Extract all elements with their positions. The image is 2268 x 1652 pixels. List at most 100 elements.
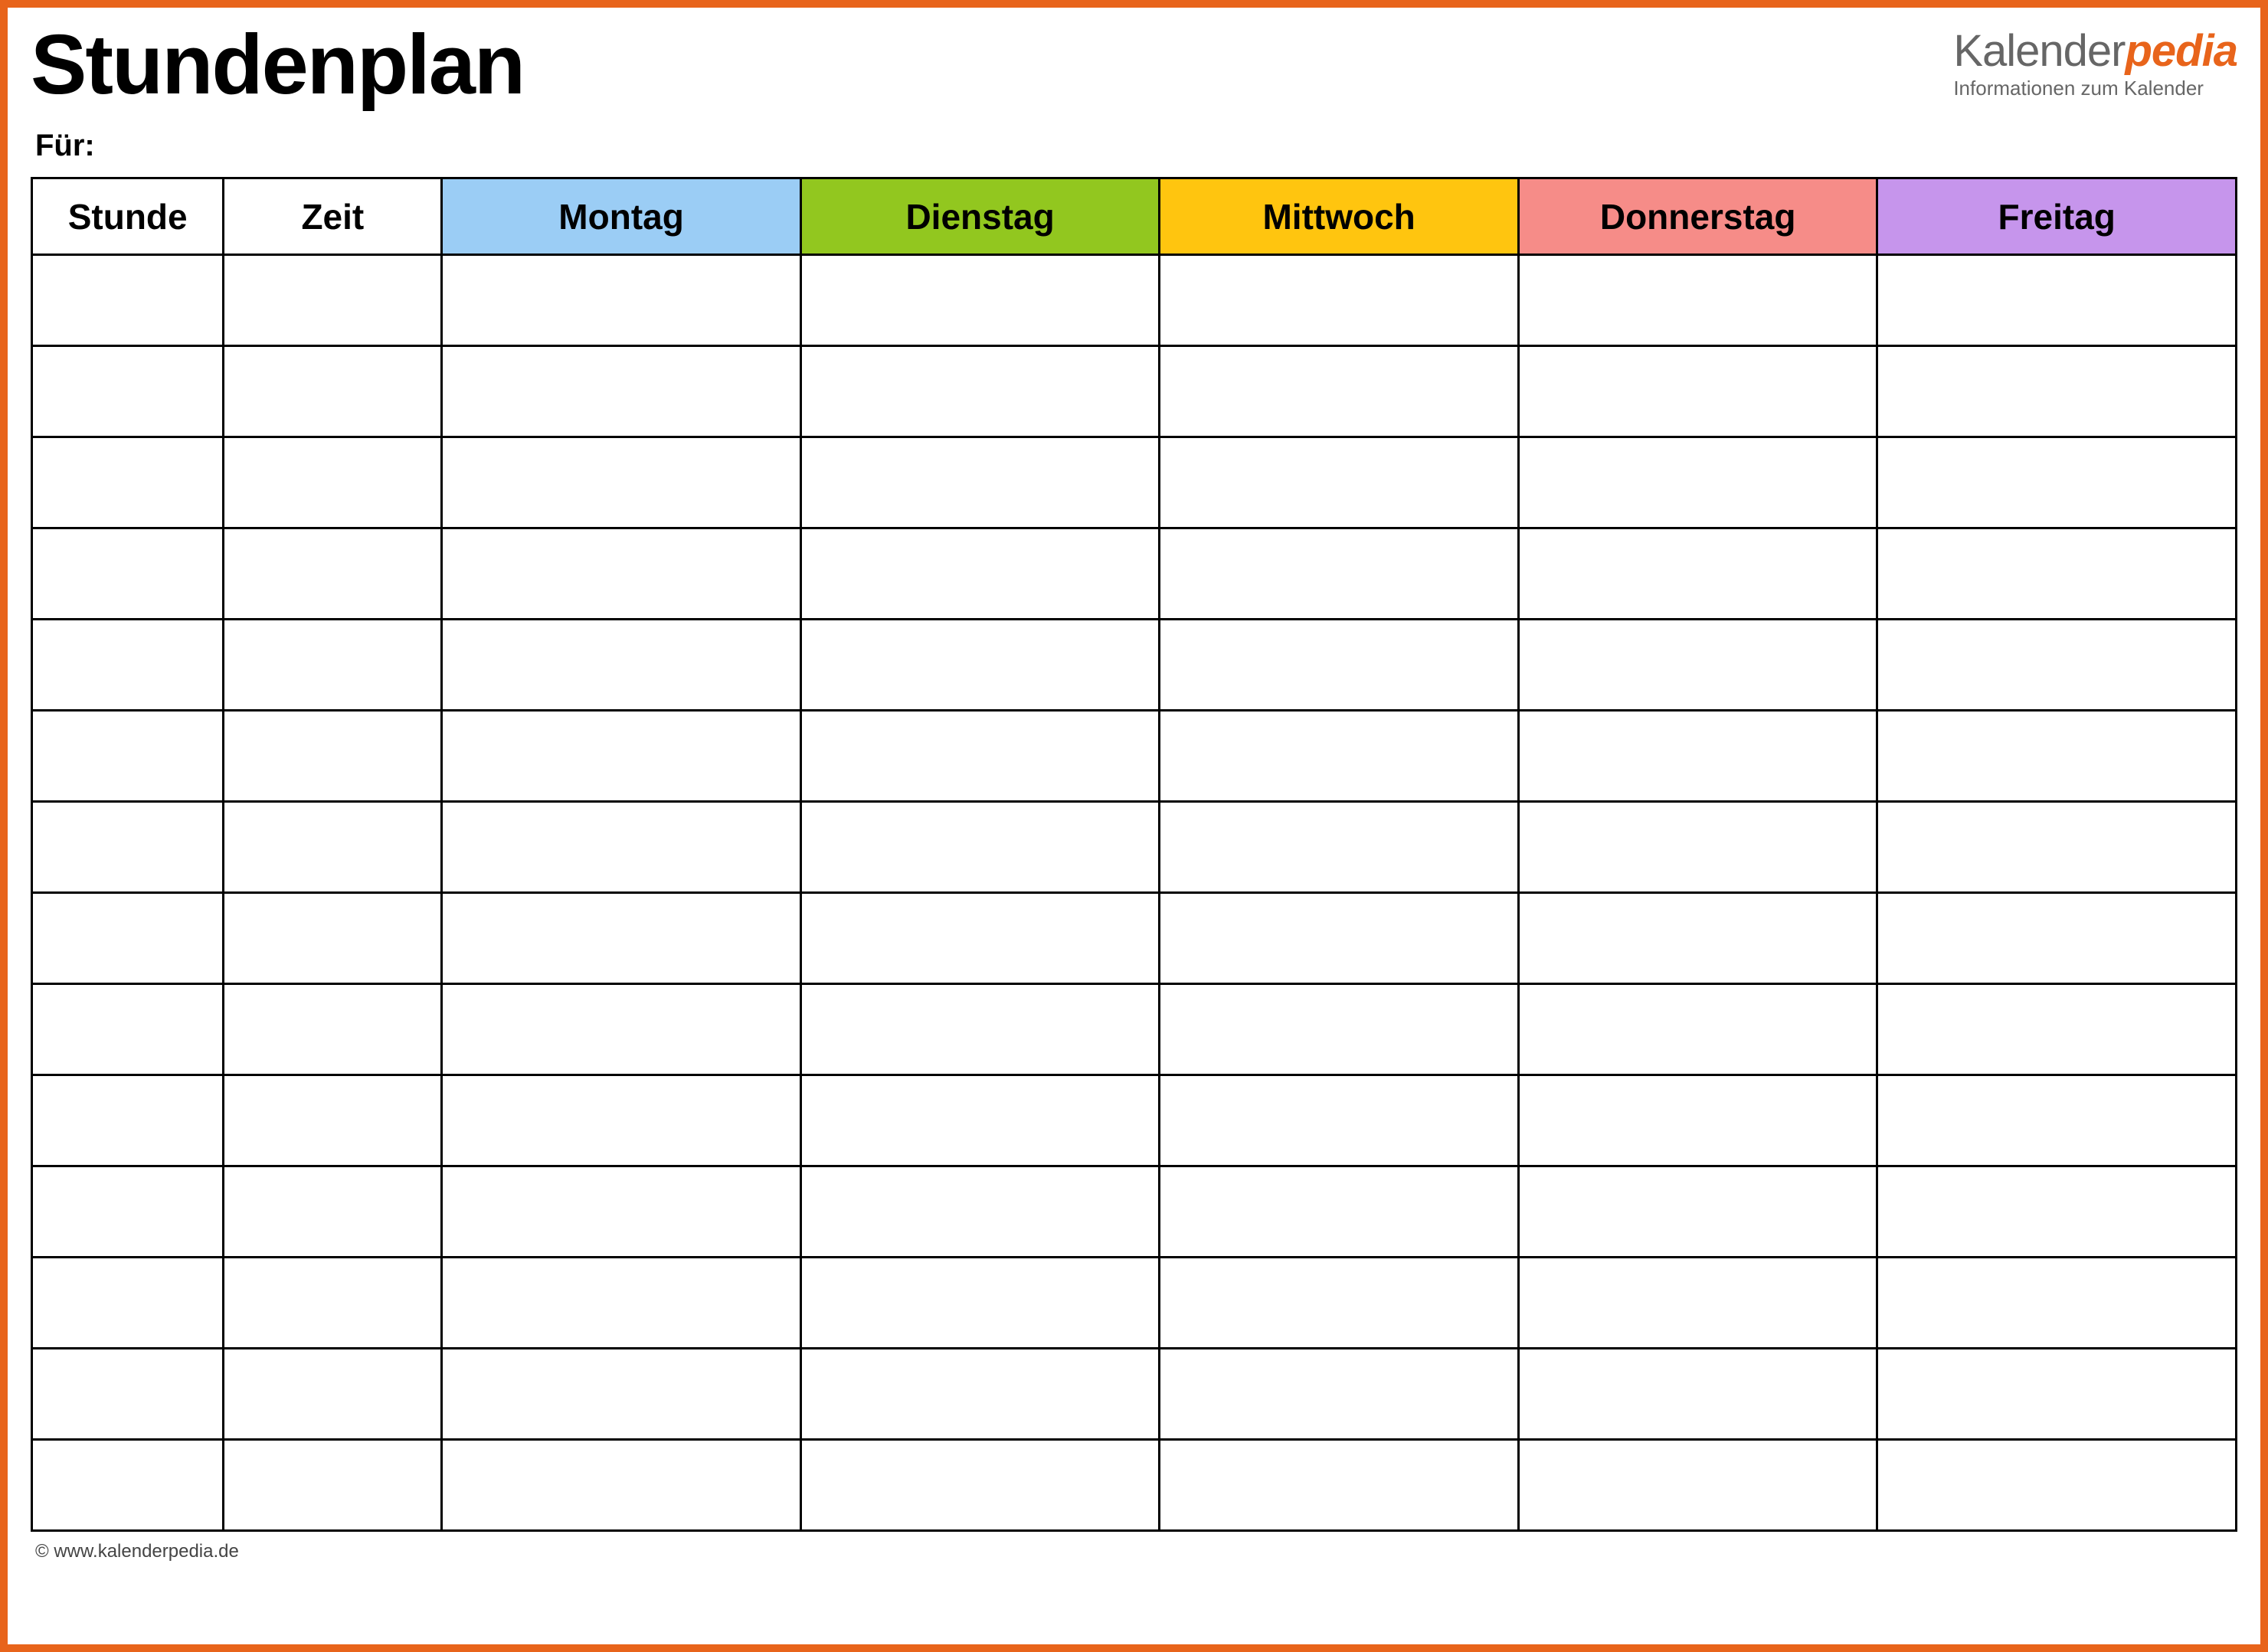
cell-time[interactable] [224,1166,442,1258]
cell-day[interactable] [442,1440,801,1531]
cell-day[interactable] [1877,1166,2237,1258]
cell-day[interactable] [1877,984,2237,1075]
cell-hour[interactable] [32,1440,224,1531]
cell-time[interactable] [224,620,442,711]
cell-day[interactable] [1160,346,1519,437]
cell-day[interactable] [800,711,1160,802]
cell-day[interactable] [1518,620,1877,711]
cell-time[interactable] [224,437,442,528]
cell-day[interactable] [800,437,1160,528]
cell-day[interactable] [442,1166,801,1258]
cell-day[interactable] [1518,984,1877,1075]
cell-day[interactable] [1877,1349,2237,1440]
cell-hour[interactable] [32,1258,224,1349]
cell-day[interactable] [800,1440,1160,1531]
cell-day[interactable] [800,255,1160,346]
cell-hour[interactable] [32,346,224,437]
cell-day[interactable] [1877,893,2237,984]
cell-time[interactable] [224,1349,442,1440]
cell-day[interactable] [1518,346,1877,437]
cell-time[interactable] [224,1075,442,1166]
cell-day[interactable] [1877,1258,2237,1349]
cell-day[interactable] [442,437,801,528]
cell-day[interactable] [800,1075,1160,1166]
cell-day[interactable] [1518,893,1877,984]
cell-day[interactable] [1160,984,1519,1075]
cell-day[interactable] [1877,1440,2237,1531]
cell-day[interactable] [1877,1075,2237,1166]
cell-day[interactable] [442,255,801,346]
cell-day[interactable] [1518,1349,1877,1440]
cell-day[interactable] [800,620,1160,711]
cell-day[interactable] [1877,711,2237,802]
cell-hour[interactable] [32,802,224,893]
cell-hour[interactable] [32,1075,224,1166]
cell-day[interactable] [1518,1258,1877,1349]
cell-day[interactable] [1518,528,1877,620]
cell-day[interactable] [442,802,801,893]
cell-day[interactable] [1160,1075,1519,1166]
cell-time[interactable] [224,711,442,802]
cell-day[interactable] [442,1349,801,1440]
cell-day[interactable] [1877,255,2237,346]
cell-day[interactable] [1160,1440,1519,1531]
cell-time[interactable] [224,893,442,984]
cell-hour[interactable] [32,437,224,528]
cell-day[interactable] [1518,255,1877,346]
cell-time[interactable] [224,984,442,1075]
cell-day[interactable] [800,528,1160,620]
cell-time[interactable] [224,255,442,346]
cell-day[interactable] [1518,1440,1877,1531]
cell-day[interactable] [1160,255,1519,346]
cell-time[interactable] [224,528,442,620]
cell-day[interactable] [800,893,1160,984]
cell-day[interactable] [442,711,801,802]
cell-hour[interactable] [32,528,224,620]
cell-day[interactable] [1518,437,1877,528]
cell-day[interactable] [442,620,801,711]
cell-day[interactable] [1160,1258,1519,1349]
cell-day[interactable] [442,984,801,1075]
cell-hour[interactable] [32,620,224,711]
cell-day[interactable] [1160,620,1519,711]
cell-day[interactable] [1877,437,2237,528]
cell-day[interactable] [1160,711,1519,802]
cell-day[interactable] [1160,893,1519,984]
cell-hour[interactable] [32,1166,224,1258]
cell-day[interactable] [1518,711,1877,802]
cell-hour[interactable] [32,255,224,346]
cell-hour[interactable] [32,711,224,802]
cell-day[interactable] [1877,620,2237,711]
cell-day[interactable] [1518,1166,1877,1258]
cell-day[interactable] [1160,437,1519,528]
cell-time[interactable] [224,802,442,893]
col-header-time: Zeit [224,178,442,255]
cell-day[interactable] [1877,528,2237,620]
cell-day[interactable] [1518,802,1877,893]
cell-time[interactable] [224,346,442,437]
cell-hour[interactable] [32,1349,224,1440]
cell-day[interactable] [442,1258,801,1349]
cell-day[interactable] [800,1349,1160,1440]
cell-day[interactable] [1877,802,2237,893]
cell-day[interactable] [800,802,1160,893]
table-row [32,1166,2237,1258]
cell-day[interactable] [1877,346,2237,437]
cell-day[interactable] [800,346,1160,437]
cell-day[interactable] [1160,528,1519,620]
cell-day[interactable] [442,1075,801,1166]
cell-day[interactable] [800,1258,1160,1349]
cell-hour[interactable] [32,893,224,984]
cell-day[interactable] [1518,1075,1877,1166]
cell-day[interactable] [800,1166,1160,1258]
cell-day[interactable] [442,346,801,437]
cell-day[interactable] [442,528,801,620]
cell-day[interactable] [442,893,801,984]
cell-time[interactable] [224,1440,442,1531]
cell-hour[interactable] [32,984,224,1075]
cell-day[interactable] [1160,802,1519,893]
cell-time[interactable] [224,1258,442,1349]
cell-day[interactable] [1160,1166,1519,1258]
cell-day[interactable] [1160,1349,1519,1440]
cell-day[interactable] [800,984,1160,1075]
